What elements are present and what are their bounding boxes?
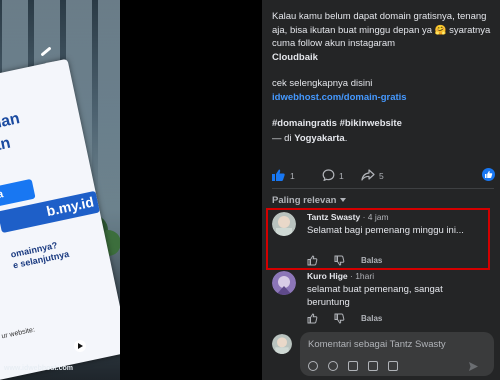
send-icon[interactable] (468, 361, 479, 372)
comment-time[interactable]: · 1hari (350, 271, 374, 281)
location-prefix: — di (272, 132, 292, 144)
comment-placeholder: Komentari sebagai Tantz Swasty (308, 339, 446, 350)
promo-website-label: ur website: (0, 326, 36, 341)
share-icon[interactable] (361, 169, 375, 181)
promo-badge: a (0, 178, 36, 207)
comment-item: Kuro Hige · 1hari selamat buat pemenang,… (272, 271, 494, 327)
avatar[interactable] (272, 271, 296, 295)
comment-author[interactable]: Kuro Hige (307, 271, 348, 281)
account-link[interactable]: Cloudbaik (272, 52, 318, 63)
highlight-box (266, 208, 490, 270)
comment-icon[interactable] (322, 169, 335, 181)
sticker-icon[interactable] (308, 361, 318, 371)
promo-headline: man (0, 110, 22, 134)
location-suffix: . (344, 132, 348, 144)
like-reaction-icon[interactable] (272, 169, 285, 181)
comment-count[interactable]: 1 (339, 171, 344, 181)
camera-icon[interactable] (348, 361, 358, 371)
comment-text: selamat buat pemenang, sangat beruntung (307, 284, 443, 308)
comment-actions: Balas (307, 313, 427, 325)
divider (272, 188, 494, 189)
like-count[interactable]: 1 (290, 171, 295, 181)
avatar-sticker-icon[interactable] (388, 361, 398, 371)
emoji-icon[interactable] (328, 361, 338, 371)
promo-url: www.idwebhost.com (4, 365, 73, 372)
comment-sort-dropdown[interactable]: Paling relevan (272, 195, 347, 206)
thumbs-down-icon[interactable] (334, 313, 345, 324)
caption-text: Kalau kamu belum dapat domain gratisnya,… (272, 11, 491, 49)
next-photo-icon[interactable] (74, 340, 86, 352)
post-caption: Kalau kamu belum dapat domain gratisnya,… (272, 10, 494, 145)
post-side-panel: Kalau kamu belum dapat domain gratisnya,… (262, 0, 500, 380)
gif-icon[interactable] (368, 361, 378, 371)
reply-button[interactable]: Balas (361, 314, 382, 323)
external-link[interactable]: idwebhost.com/domain-gratis (272, 92, 407, 103)
post-photo[interactable]: man an a b.my.id omainnya? e selanjutnya… (0, 0, 120, 380)
thumbs-up-icon[interactable] (307, 313, 318, 324)
like-badge-icon[interactable] (482, 168, 495, 181)
avatar (272, 334, 292, 354)
promo-question: omainnya? e selanjutnya (10, 238, 70, 271)
comment-input[interactable]: Komentari sebagai Tantz Swasty (300, 332, 494, 376)
promo-headline: an (0, 134, 12, 156)
viewer-background (120, 0, 262, 380)
chevron-down-icon (340, 198, 347, 203)
caption-text: cek selengkapnya disini (272, 78, 373, 89)
share-count[interactable]: 5 (379, 171, 384, 181)
location-link[interactable]: Yogyakarta (294, 133, 345, 144)
sort-label: Paling relevan (272, 195, 337, 206)
reaction-bar: 1 1 5 (272, 168, 495, 184)
comment-composer: Komentari sebagai Tantz Swasty (272, 332, 494, 380)
window-pane (98, 0, 120, 250)
hashtags[interactable]: #domaingratis #bikinwebsite (272, 118, 402, 129)
composer-tools (308, 361, 488, 373)
